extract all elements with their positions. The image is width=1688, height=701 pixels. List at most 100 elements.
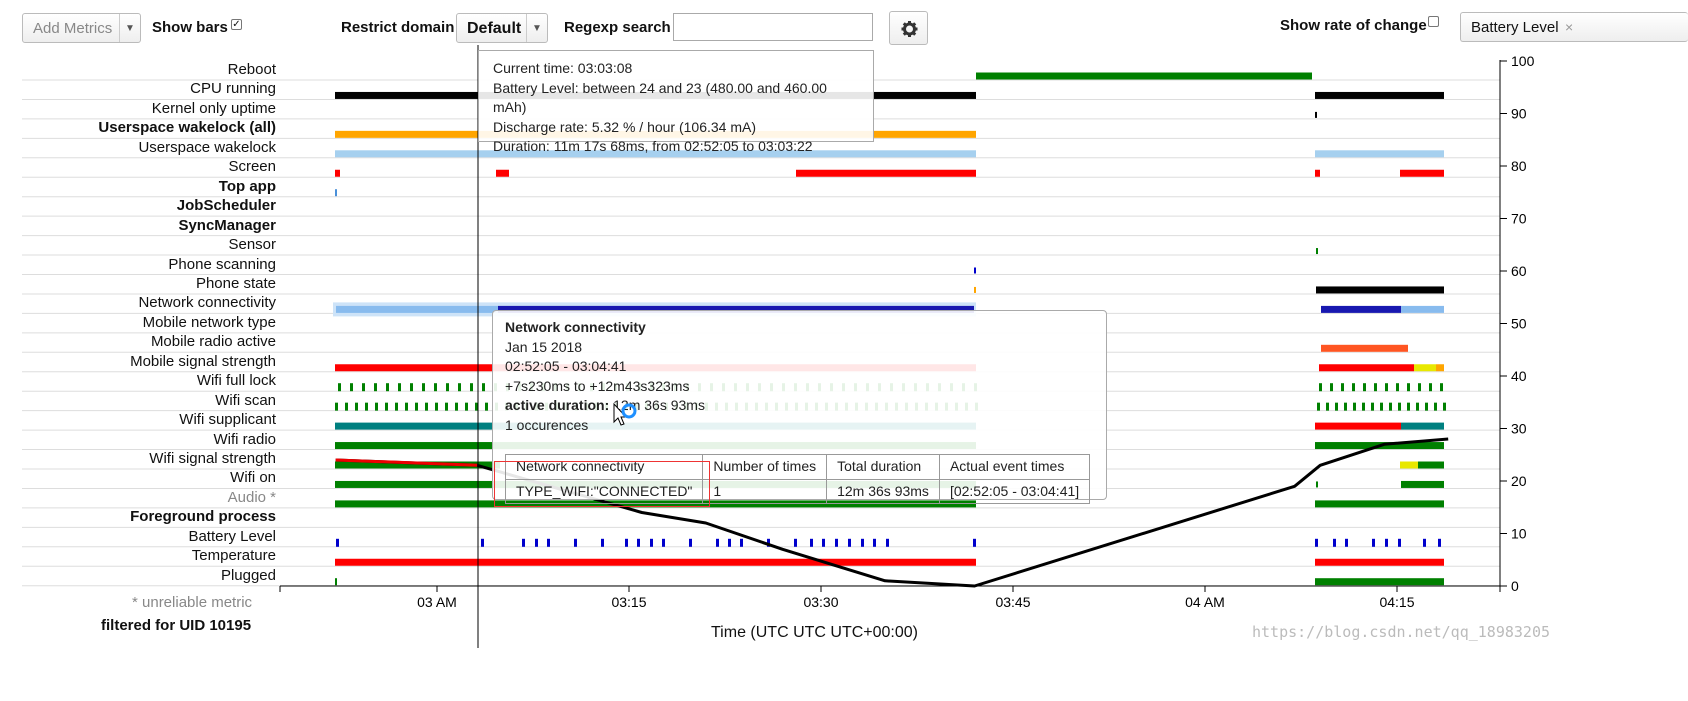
event-tick <box>398 383 401 392</box>
timeline-bar <box>1418 461 1444 469</box>
event-tick <box>835 538 838 547</box>
network-tooltip-occurrences: 1 occurences <box>505 416 589 433</box>
timeline-bar <box>796 169 976 177</box>
y-tick-label: 0 <box>1511 578 1519 594</box>
event-tick <box>1385 538 1388 547</box>
timeline-bar <box>335 558 976 566</box>
event-tick <box>1385 383 1388 392</box>
battery-tooltip: Current time: 03:03:08 Battery Level: be… <box>478 50 874 154</box>
timeline-bar <box>976 72 1312 80</box>
loading-cursor-icon <box>613 402 637 426</box>
event-tick <box>435 402 438 411</box>
event-tick <box>335 402 338 411</box>
y-tick-label: 70 <box>1511 211 1527 227</box>
event-tick <box>1326 402 1329 411</box>
event-tick <box>1363 383 1366 392</box>
x-tick-label: 03:30 <box>803 594 838 610</box>
row-label: Phone scanning <box>168 255 276 273</box>
event-tick <box>1438 538 1441 547</box>
event-tick <box>574 538 577 547</box>
timeline-bar <box>974 267 976 274</box>
row-label: Wifi scan <box>215 391 276 409</box>
row-label: Mobile radio active <box>150 333 276 351</box>
event-tick <box>445 402 448 411</box>
highlight-box <box>494 461 710 507</box>
event-tick <box>650 538 653 547</box>
event-tick <box>1429 383 1432 392</box>
y-tick-label: 100 <box>1511 53 1535 69</box>
network-tooltip-date: Jan 15 2018 <box>505 338 583 355</box>
event-tick <box>1317 402 1320 411</box>
event-tick <box>362 383 365 392</box>
event-tick <box>1352 383 1355 392</box>
y-tick-label: 90 <box>1511 106 1527 122</box>
event-tick <box>1374 383 1377 392</box>
event-tick <box>458 383 461 392</box>
event-tick <box>1319 383 1322 392</box>
event-tick <box>455 402 458 411</box>
event-tick <box>1396 383 1399 392</box>
row-label: Phone state <box>195 274 276 292</box>
event-tick <box>1372 538 1375 547</box>
timeline-bar <box>1319 364 1414 372</box>
event-tick <box>822 538 825 547</box>
event-tick <box>1425 402 1428 411</box>
event-tick <box>601 538 604 547</box>
event-tick <box>415 402 418 411</box>
event-tick <box>405 402 408 411</box>
row-label: Network connectivity <box>138 294 276 312</box>
event-tick <box>1398 402 1401 411</box>
row-label: Battery Level <box>188 527 276 545</box>
event-tick <box>973 538 976 547</box>
event-tick <box>1416 402 1419 411</box>
timeline-bar <box>1321 305 1401 313</box>
row-label: Wifi on <box>230 469 276 487</box>
event-tick <box>374 383 377 392</box>
event-tick <box>794 538 797 547</box>
event-tick <box>338 383 341 392</box>
event-tick <box>637 538 640 547</box>
row-label: Wifi radio <box>213 430 276 448</box>
table-cell: 1 <box>702 478 828 504</box>
event-tick <box>1362 402 1365 411</box>
tooltip-discharge-rate: Discharge rate: 5.32 % / hour (106.34 mA… <box>493 118 757 135</box>
network-tooltip-active: active duration: 12m 36s 93ms <box>505 396 1094 416</box>
timeline-bar <box>1315 169 1320 177</box>
network-tooltip-title: Network connectivity <box>505 319 646 335</box>
row-label: Reboot <box>227 61 276 78</box>
table-cell: 12m 36s 93ms <box>826 478 940 504</box>
x-tick-label: 03:45 <box>995 594 1030 610</box>
x-tick-label: 04 AM <box>1185 594 1225 610</box>
event-tick <box>1440 383 1443 392</box>
y-tick-label: 30 <box>1511 421 1527 437</box>
event-tick <box>350 383 353 392</box>
event-tick <box>728 538 731 547</box>
tooltip-battery-level: Battery Level: between 24 and 23 (480.00… <box>493 79 827 116</box>
x-axis-title: Time (UTC UTC UTC+00:00) <box>711 624 918 641</box>
y-tick-label: 10 <box>1511 526 1527 542</box>
table-header: Number of times <box>702 454 828 480</box>
x-tick-label: 03 AM <box>417 594 457 610</box>
event-tick <box>410 383 413 392</box>
event-tick <box>1353 402 1356 411</box>
event-tick <box>481 538 484 547</box>
event-tick <box>1371 402 1374 411</box>
y-tick-label: 80 <box>1511 158 1527 174</box>
timeline-bar <box>1315 111 1317 118</box>
event-tick <box>470 383 473 392</box>
y-tick-label: 40 <box>1511 368 1527 384</box>
timeline-bar <box>1315 422 1401 430</box>
event-tick <box>395 402 398 411</box>
event-tick <box>1333 538 1336 547</box>
event-tick <box>1418 383 1421 392</box>
filtered-note: filtered for UID 10195 <box>101 617 252 634</box>
event-tick <box>886 538 889 547</box>
row-label: Kernel only uptime <box>151 99 276 117</box>
event-tick <box>1443 402 1446 411</box>
event-tick <box>662 538 665 547</box>
event-tick <box>547 538 550 547</box>
event-tick <box>336 538 339 547</box>
event-tick <box>1344 402 1347 411</box>
event-tick <box>485 402 488 411</box>
event-tick <box>689 538 692 547</box>
